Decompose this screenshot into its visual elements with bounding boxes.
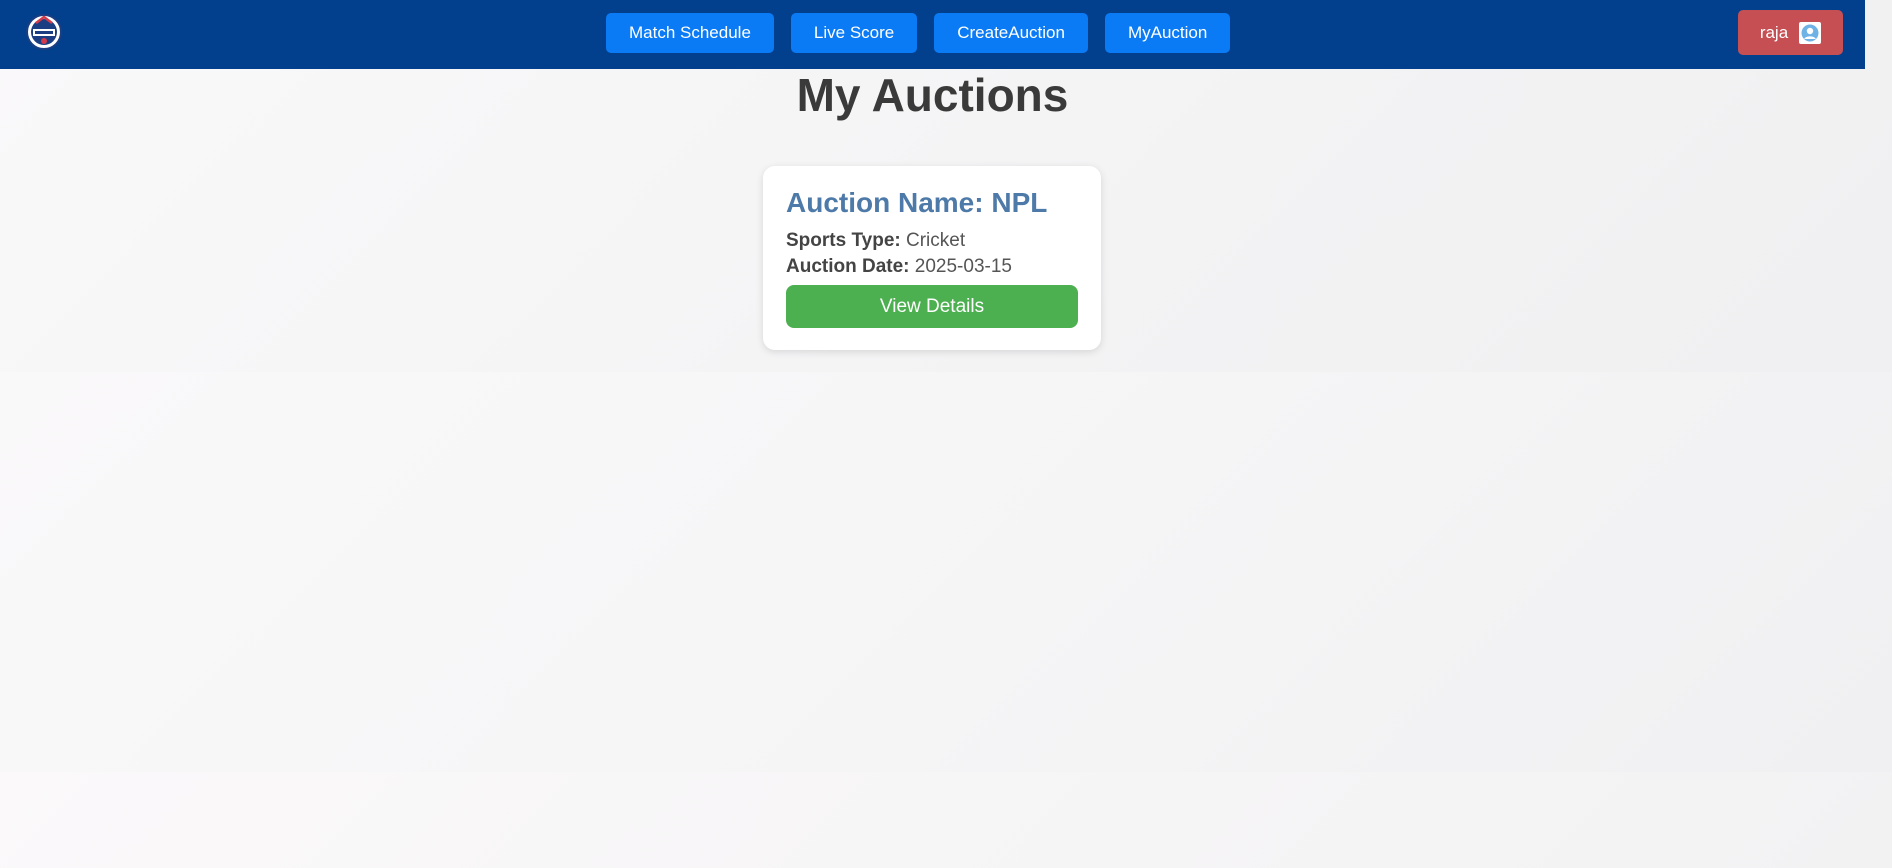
nav-create-auction-button[interactable]: CreateAuction (934, 13, 1088, 53)
background-band-lower (0, 772, 1892, 868)
user-avatar-icon (1799, 21, 1822, 44)
scrollbar-track[interactable] (1865, 0, 1892, 868)
page-title: My Auctions (796, 69, 1069, 121)
nav-live-score-button[interactable]: Live Score (790, 13, 918, 53)
cricket-logo-icon[interactable] (25, 13, 63, 51)
background-band (0, 372, 1892, 772)
auction-date-row: Auction Date: 2025-03-15 (786, 254, 1078, 280)
auction-date-value: 2025-03-15 (914, 256, 1012, 277)
auction-name: Auction Name: NPL (786, 187, 1048, 218)
sports-type-label: Sports Type: (786, 230, 906, 251)
user-name: raja (1759, 22, 1789, 42)
sports-type-row: Sports Type: Cricket (786, 228, 1078, 254)
main-nav: Match Schedule Live Score CreateAuction … (606, 13, 1231, 53)
sports-type-value: Cricket (906, 230, 966, 251)
user-menu-button[interactable]: raja (1738, 10, 1843, 55)
auction-card: Auction Name: NPL Sports Type: Cricket A… (763, 166, 1101, 350)
nav-match-schedule-button[interactable]: Match Schedule (606, 13, 774, 53)
navbar: Match Schedule Live Score CreateAuction … (0, 0, 1865, 69)
nav-my-auction-button[interactable]: MyAuction (1104, 13, 1231, 53)
auction-date-label: Auction Date: (786, 256, 915, 277)
view-details-button[interactable]: View Details (786, 285, 1078, 328)
